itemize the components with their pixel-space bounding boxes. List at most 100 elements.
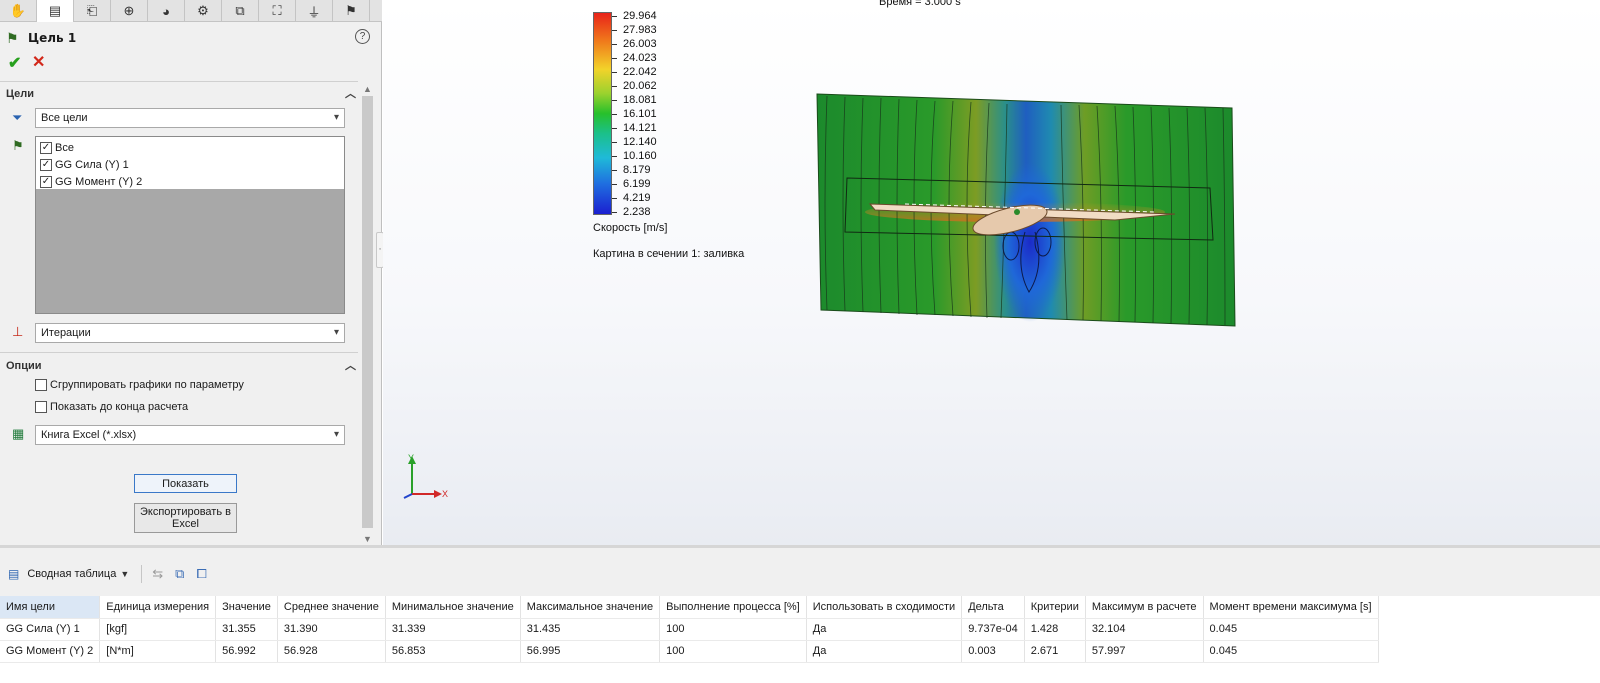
flow-analysis-icon[interactable]: ⧉: [222, 0, 259, 22]
group-by-param-option[interactable]: Сгруппировать графики по параметру: [35, 377, 244, 393]
scroll-thumb[interactable]: [362, 96, 373, 528]
column-header[interactable]: Использовать в сходимости: [806, 596, 963, 619]
goal-item-label: Все: [55, 141, 74, 154]
goal-flag-icon: ⚑: [6, 29, 19, 46]
column-header[interactable]: Максимум в расчете: [1085, 596, 1204, 619]
simulation-icon[interactable]: ⛶: [259, 0, 296, 22]
options-section-header[interactable]: Опции ︿: [6, 357, 358, 375]
goal-item-force[interactable]: ✓ GG Сила (Y) 1: [36, 156, 344, 173]
divider: [0, 81, 358, 82]
table-cell: 31.355: [215, 618, 278, 641]
ok-icon[interactable]: ✔: [8, 53, 21, 73]
display-manager-icon[interactable]: ◕: [148, 0, 185, 22]
table-icon: ▤: [8, 567, 20, 581]
column-header[interactable]: Момент времени максимума [s]: [1203, 596, 1379, 619]
table-cell: 31.339: [385, 618, 521, 641]
collapse-chevron-icon[interactable]: ︿: [345, 357, 356, 373]
column-header[interactable]: Выполнение процесса [%]: [659, 596, 807, 619]
collapse-chevron-icon[interactable]: ︿: [345, 85, 356, 101]
refresh-icon[interactable]: ⇆: [152, 566, 163, 582]
legend-title: Скорость [m/s]: [593, 222, 668, 234]
table-cell: 0.003: [961, 640, 1025, 663]
options-section-label: Опции: [6, 360, 42, 372]
table-cell: 56.995: [520, 640, 661, 663]
legend-tick: 2.238: [612, 206, 651, 218]
column-header[interactable]: Минимальное значение: [385, 596, 521, 619]
pm-scrollbar[interactable]: ▲ ▼: [360, 84, 375, 544]
show-until-end-option[interactable]: Показать до конца расчета: [35, 399, 188, 415]
feature-manager-icon[interactable]: ✋: [0, 0, 37, 22]
x-axis-select[interactable]: Итерации ▾: [35, 323, 345, 343]
x-axis-value: Итерации: [41, 327, 91, 339]
help-icon[interactable]: ?: [355, 29, 370, 44]
legend-tick: 24.023: [612, 52, 657, 64]
legend-tick: 10.160: [612, 150, 657, 162]
table-cell: 100: [659, 618, 807, 641]
results-icon[interactable]: ⚑: [333, 0, 370, 22]
chevron-down-icon: ▾: [333, 112, 339, 123]
column-header[interactable]: Единица измерения: [99, 596, 217, 619]
goal-filter-value: Все цели: [41, 112, 88, 124]
cam-icon[interactable]: ⚙: [185, 0, 222, 22]
divider: [0, 352, 358, 353]
results-toolbar: ▤ Сводная таблица ▼ ⇆ ⧉ ⧠: [0, 561, 1600, 587]
checkbox[interactable]: ✓: [40, 141, 52, 154]
column-header[interactable]: Критерии: [1024, 596, 1086, 619]
coordinate-triad: Y X: [403, 453, 448, 499]
goal-filter-select[interactable]: Все цели ▾: [35, 108, 345, 128]
scroll-down-icon[interactable]: ▼: [363, 534, 372, 544]
legend-tick: 29.964: [612, 10, 657, 22]
checkbox[interactable]: ✓: [40, 158, 52, 171]
table-cell: Да: [806, 618, 963, 641]
checkbox[interactable]: ✓: [40, 175, 52, 188]
option-label: Показать до конца расчета: [50, 401, 189, 413]
pivot-table-dropdown[interactable]: Сводная таблица ▼: [27, 568, 129, 580]
triad-x-label: X: [442, 489, 448, 499]
table-cell: 31.435: [520, 618, 661, 641]
toolbar-separator: [141, 565, 143, 583]
copy-to-excel-icon[interactable]: ⧠: [196, 566, 206, 582]
velocity-legend-bar: [593, 12, 612, 215]
copy-icon[interactable]: ⧉: [175, 566, 184, 582]
table-cell: [N*m]: [99, 640, 217, 663]
table-row[interactable]: GG Сила (Y) 1 [kgf] 31.355 31.390 31.339 31.4…: [0, 618, 1379, 641]
cancel-icon[interactable]: ✕: [32, 52, 45, 72]
table-cell: 2.671: [1024, 640, 1086, 663]
goals-flag-icon: ⚑: [12, 138, 24, 153]
scroll-up-icon[interactable]: ▲: [363, 84, 372, 94]
time-label: Время = 3.000 s: [879, 0, 961, 8]
table-header-row: Имя цели Единица измерения Значение Среднее…: [0, 596, 1379, 619]
velocity-cut-plot: [816, 93, 1236, 327]
goal-item-label: GG Сила (Y) 1: [55, 158, 129, 171]
goal-list[interactable]: ✓ Все ✓ GG Сила (Y) 1 ✓ GG Момент (Y) 2: [35, 136, 345, 314]
checkbox[interactable]: [35, 401, 47, 413]
column-header[interactable]: Значение: [215, 596, 278, 619]
goals-section-header[interactable]: Цели ︿: [6, 85, 358, 103]
column-header[interactable]: Имя цели: [0, 596, 101, 619]
column-header[interactable]: Максимальное значение: [520, 596, 661, 619]
legend-tick: 14.121: [612, 122, 657, 134]
configuration-manager-icon[interactable]: ⎗: [74, 0, 111, 22]
pm-header: ⚑ Цель 1 ?: [6, 28, 370, 48]
option-label: Сгруппировать графики по параметру: [50, 379, 244, 391]
column-header[interactable]: Дельта: [961, 596, 1025, 619]
cut-plot-name: Картина в сечении 1: заливка: [593, 248, 745, 260]
export-excel-button[interactable]: Экспортировать в Excel: [134, 503, 237, 533]
show-button[interactable]: Показать: [134, 474, 237, 493]
dimxpert-icon[interactable]: ⊕: [111, 0, 148, 22]
table-cell: 31.390: [277, 618, 386, 641]
checkbox[interactable]: [35, 379, 47, 391]
goal-item-all[interactable]: ✓ Все: [36, 139, 344, 156]
export-format-select[interactable]: Книга Excel (*.xlsx) ▾: [35, 425, 345, 445]
goal-item-label: GG Момент (Y) 2: [55, 175, 143, 188]
plugin-icon[interactable]: ⏚: [296, 0, 333, 22]
goals-table-container[interactable]: Имя цели Единица измерения Значение Среднее…: [0, 596, 1600, 683]
filter-icon: ⏷: [12, 110, 23, 125]
column-header[interactable]: Среднее значение: [277, 596, 386, 619]
table-row[interactable]: GG Момент (Y) 2 [N*m] 56.992 56.928 56.853 56…: [0, 640, 1379, 663]
property-manager: ✋ ▤ ⎗ ⊕ ◕ ⚙ ⧉ ⛶ ⏚ ⚑ ⚑ Цель 1 ? ✔ ✕ Цели …: [0, 0, 382, 555]
property-manager-icon[interactable]: ▤: [37, 0, 74, 22]
excel-icon: ▦: [12, 426, 25, 441]
goals-table: Имя цели Единица измерения Значение Среднее…: [0, 596, 1379, 663]
goal-item-moment[interactable]: ✓ GG Момент (Y) 2: [36, 173, 344, 190]
